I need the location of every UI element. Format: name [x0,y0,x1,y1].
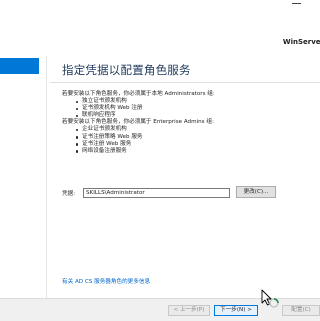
minimize-icon[interactable] [292,3,301,4]
previous-button[interactable]: < 上一步(P) [168,305,210,316]
credentials-field[interactable]: SKILLS\Administrator [83,187,230,198]
list-item: 网络设备注册服务 [62,148,317,155]
local-admin-services-list: 独立证书颁发机构 证书颁发机构 Web 注册 联机响应程序 [62,98,317,119]
wizard-nav-pane [0,56,40,304]
page-title: 指定凭据以配置角色服务 [62,63,191,77]
list-item: 证书注册策略 Web 服务 [62,134,317,141]
next-button[interactable]: 下一步(N) > [214,305,258,316]
nav-item-selected[interactable] [0,58,39,74]
nav-divider [46,56,47,298]
list-item: 证书注册 Web 服务 [62,141,317,148]
configure-button[interactable]: 配置(C) [282,305,320,316]
more-info-link[interactable]: 有关 AD CS 服务器角色的更多信息 [62,277,150,285]
mouse-pointer-busy-icon [261,289,279,308]
enterprise-admin-services-list: 企业证书颁发机构 证书注册策略 Web 服务 证书注册 Web 服务 网络设备注… [62,126,317,154]
list-item: 联机响应程序 [62,112,317,119]
title-divider [50,82,320,83]
credentials-label: 凭据: [62,190,76,197]
server-name: WinServer [282,38,320,46]
credentials-row: 凭据: SKILLS\Administrator [62,187,230,198]
list-item: 企业证书颁发机构 [62,126,317,133]
change-credentials-button[interactable]: 更改(C)... [236,186,276,198]
role-requirements: 若要安装以下角色服务，你必须属于本地 Administrators 组: 独立证… [62,91,317,155]
